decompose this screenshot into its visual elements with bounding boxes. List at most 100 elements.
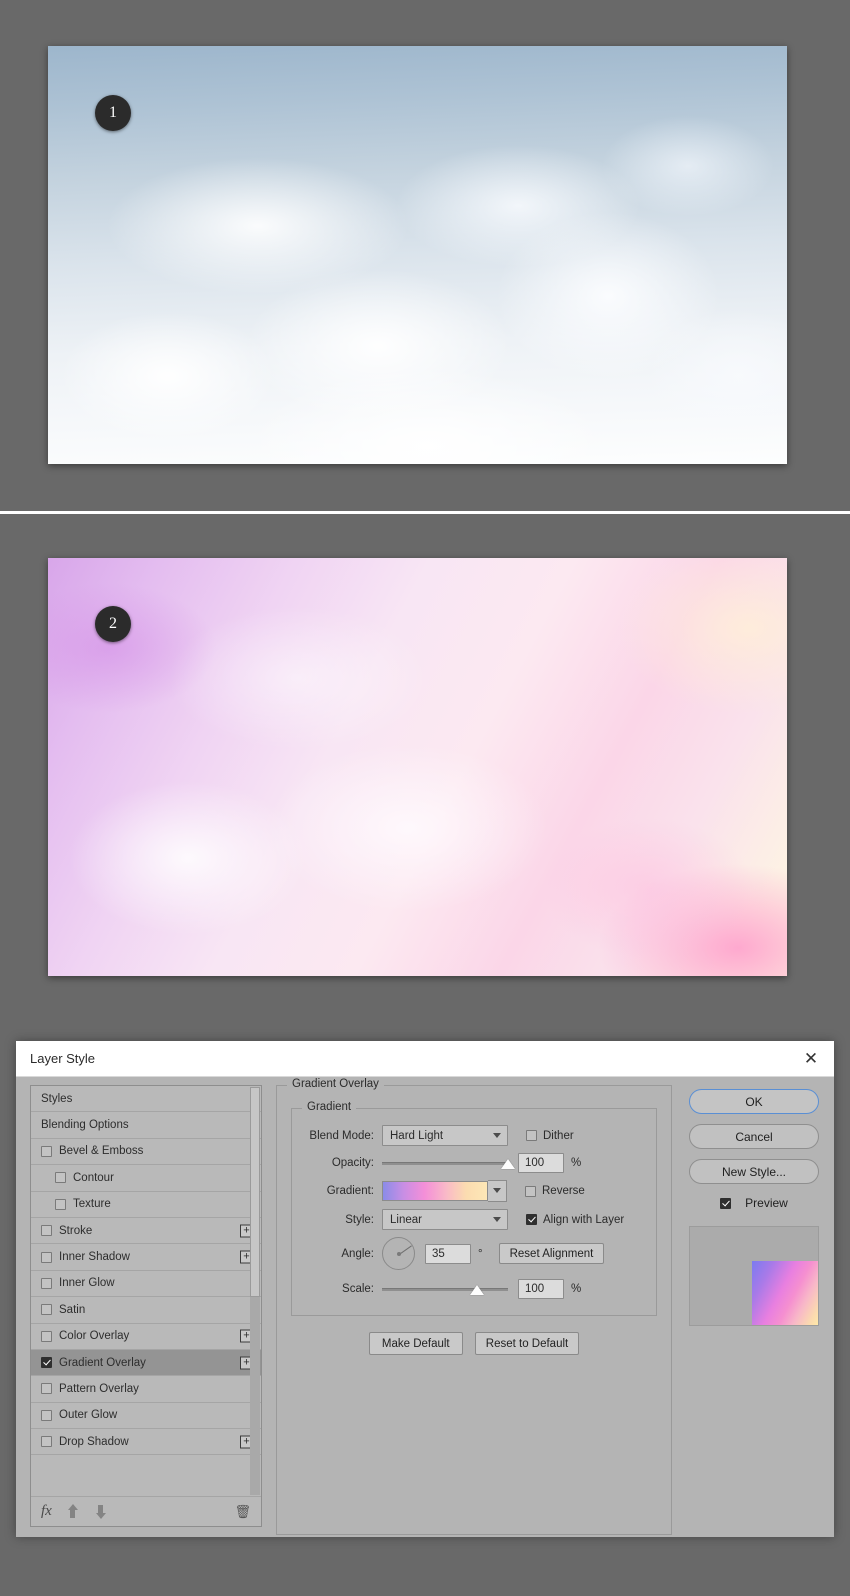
style-checkbox[interactable]: [41, 1225, 52, 1237]
align-with-layer-checkbox[interactable]: [526, 1214, 537, 1225]
style-row-label: Stroke: [59, 1224, 93, 1237]
chevron-down-icon: [493, 1132, 501, 1138]
fx-icon[interactable]: fx: [41, 1503, 52, 1520]
style-row-label: Inner Glow: [59, 1277, 115, 1290]
reverse-label: Reverse: [542, 1185, 585, 1197]
style-row-outer-glow[interactable]: Outer Glow: [31, 1403, 261, 1430]
style-row: Style: Linear Align with Layer: [304, 1209, 644, 1230]
arrow-down-icon[interactable]: [94, 1504, 108, 1519]
align-with-layer-label: Align with Layer: [543, 1213, 625, 1226]
chevron-down-icon: [493, 1216, 501, 1222]
style-row-blending-options[interactable]: Blending Options: [31, 1112, 261, 1139]
dither-option[interactable]: Dither: [526, 1130, 574, 1142]
close-icon[interactable]: ✕: [798, 1046, 824, 1072]
gradient-swatch[interactable]: [382, 1181, 488, 1201]
style-row-drop-shadow[interactable]: Drop Shadow +: [31, 1429, 261, 1456]
style-checkbox[interactable]: [41, 1383, 52, 1395]
style-row-satin[interactable]: Satin: [31, 1297, 261, 1324]
angle-dial[interactable]: [382, 1237, 415, 1270]
opacity-slider-knob[interactable]: [501, 1159, 515, 1169]
style-checkbox[interactable]: [41, 1145, 52, 1157]
align-with-layer-option[interactable]: Align with Layer: [526, 1214, 624, 1226]
style-select[interactable]: Linear: [382, 1209, 508, 1230]
new-style-label: New Style...: [721, 1164, 787, 1179]
style-row-texture[interactable]: Texture: [31, 1192, 261, 1218]
style-row-inner-glow[interactable]: Inner Glow: [31, 1271, 261, 1298]
dither-label: Dither: [543, 1129, 574, 1142]
opacity-row: Opacity: 100 %: [304, 1153, 644, 1173]
reset-alignment-button[interactable]: Reset Alignment: [498, 1243, 605, 1264]
style-label: Style:: [345, 1213, 374, 1226]
angle-label: Angle:: [341, 1247, 374, 1260]
reset-to-default-label: Reset to Default: [485, 1337, 569, 1350]
preview-checkbox[interactable]: [720, 1197, 732, 1209]
style-row-bevel-emboss[interactable]: Bevel & Emboss: [31, 1139, 261, 1166]
style-row-contour[interactable]: Contour: [31, 1165, 261, 1192]
scale-label: Scale:: [342, 1283, 374, 1295]
cloud-photo-original: [48, 46, 787, 464]
style-row-label: Drop Shadow: [59, 1435, 129, 1448]
reverse-option[interactable]: Reverse: [525, 1185, 585, 1197]
style-checkbox[interactable]: [41, 1251, 52, 1263]
gradient-label: Gradient:: [326, 1185, 374, 1197]
opacity-slider-track: [382, 1161, 508, 1165]
image-panel-1: [0, 0, 850, 513]
style-checkbox[interactable]: [41, 1304, 52, 1316]
style-row-styles[interactable]: Styles: [31, 1086, 261, 1113]
reset-to-default-button[interactable]: Reset to Default: [474, 1332, 580, 1355]
image-panel-2: [0, 514, 850, 1020]
opacity-slider[interactable]: [382, 1153, 515, 1173]
style-row-color-overlay[interactable]: Color Overlay +: [31, 1324, 261, 1350]
styles-footer-toolbar: fx 🗑: [31, 1496, 261, 1526]
preview-option[interactable]: Preview: [720, 1196, 788, 1210]
styles-list-scrollbar[interactable]: [250, 1087, 260, 1495]
arrow-up-icon[interactable]: [66, 1504, 80, 1519]
make-default-label: Make Default: [381, 1337, 450, 1350]
style-row-gradient-overlay[interactable]: Gradient Overlay +: [31, 1349, 261, 1377]
ok-button[interactable]: OK: [689, 1089, 819, 1114]
app-root: 1 2 Layer Style ✕ Styles Blending Options…: [0, 0, 850, 1596]
gradient-overlay-title: Gradient Overlay: [287, 1078, 384, 1090]
style-row-stroke[interactable]: Stroke +: [31, 1218, 261, 1245]
cancel-button[interactable]: Cancel: [689, 1124, 819, 1149]
style-checkbox[interactable]: [55, 1172, 66, 1184]
angle-row: Angle: 35 ° Reset Alignment: [304, 1237, 644, 1270]
opacity-input[interactable]: 100: [518, 1153, 564, 1173]
scale-slider-knob[interactable]: [469, 1285, 484, 1295]
style-checkbox[interactable]: [41, 1277, 52, 1289]
style-row-label: Outer Glow: [59, 1409, 118, 1422]
cancel-label: Cancel: [735, 1129, 773, 1144]
style-checkbox[interactable]: [41, 1409, 52, 1421]
blend-mode-label: Blend Mode:: [309, 1129, 374, 1142]
make-default-button[interactable]: Make Default: [368, 1332, 463, 1355]
trash-icon[interactable]: 🗑: [234, 1504, 251, 1520]
blend-mode-row: Blend Mode: Hard Light Dither: [304, 1125, 644, 1146]
step-badge-2: 2: [95, 606, 131, 642]
dialog-title: Layer Style: [30, 1051, 96, 1066]
angle-value: 35: [432, 1247, 445, 1260]
gradient-dropdown-button[interactable]: [488, 1180, 507, 1202]
scrollbar-thumb[interactable]: [250, 1087, 260, 1297]
gradient-row: Gradient: Reverse: [304, 1180, 644, 1202]
dialog-actions: OK Cancel New Style... Preview: [686, 1085, 822, 1527]
gradient-picker[interactable]: [382, 1180, 507, 1202]
reverse-checkbox[interactable]: [525, 1185, 536, 1197]
scale-slider[interactable]: [382, 1279, 508, 1299]
preview-thumbnail: [752, 1261, 818, 1325]
angle-input[interactable]: 35: [425, 1243, 471, 1264]
dither-checkbox[interactable]: [526, 1130, 537, 1141]
scale-row: Scale: 100 %: [304, 1279, 644, 1299]
new-style-button[interactable]: New Style...: [689, 1159, 819, 1184]
gradient-group-title: Gradient: [302, 1101, 357, 1113]
style-row-pattern-overlay[interactable]: Pattern Overlay: [31, 1376, 261, 1403]
scale-input[interactable]: 100: [518, 1279, 564, 1299]
style-checkbox[interactable]: [41, 1357, 52, 1369]
style-row-label: Color Overlay: [59, 1330, 130, 1343]
style-row-inner-shadow[interactable]: Inner Shadow +: [31, 1244, 261, 1271]
angle-hub: [396, 1251, 401, 1256]
scale-slider-track: [382, 1287, 508, 1291]
style-checkbox[interactable]: [41, 1330, 52, 1342]
style-checkbox[interactable]: [55, 1198, 66, 1210]
blend-mode-select[interactable]: Hard Light: [382, 1125, 508, 1146]
style-checkbox[interactable]: [41, 1436, 52, 1448]
